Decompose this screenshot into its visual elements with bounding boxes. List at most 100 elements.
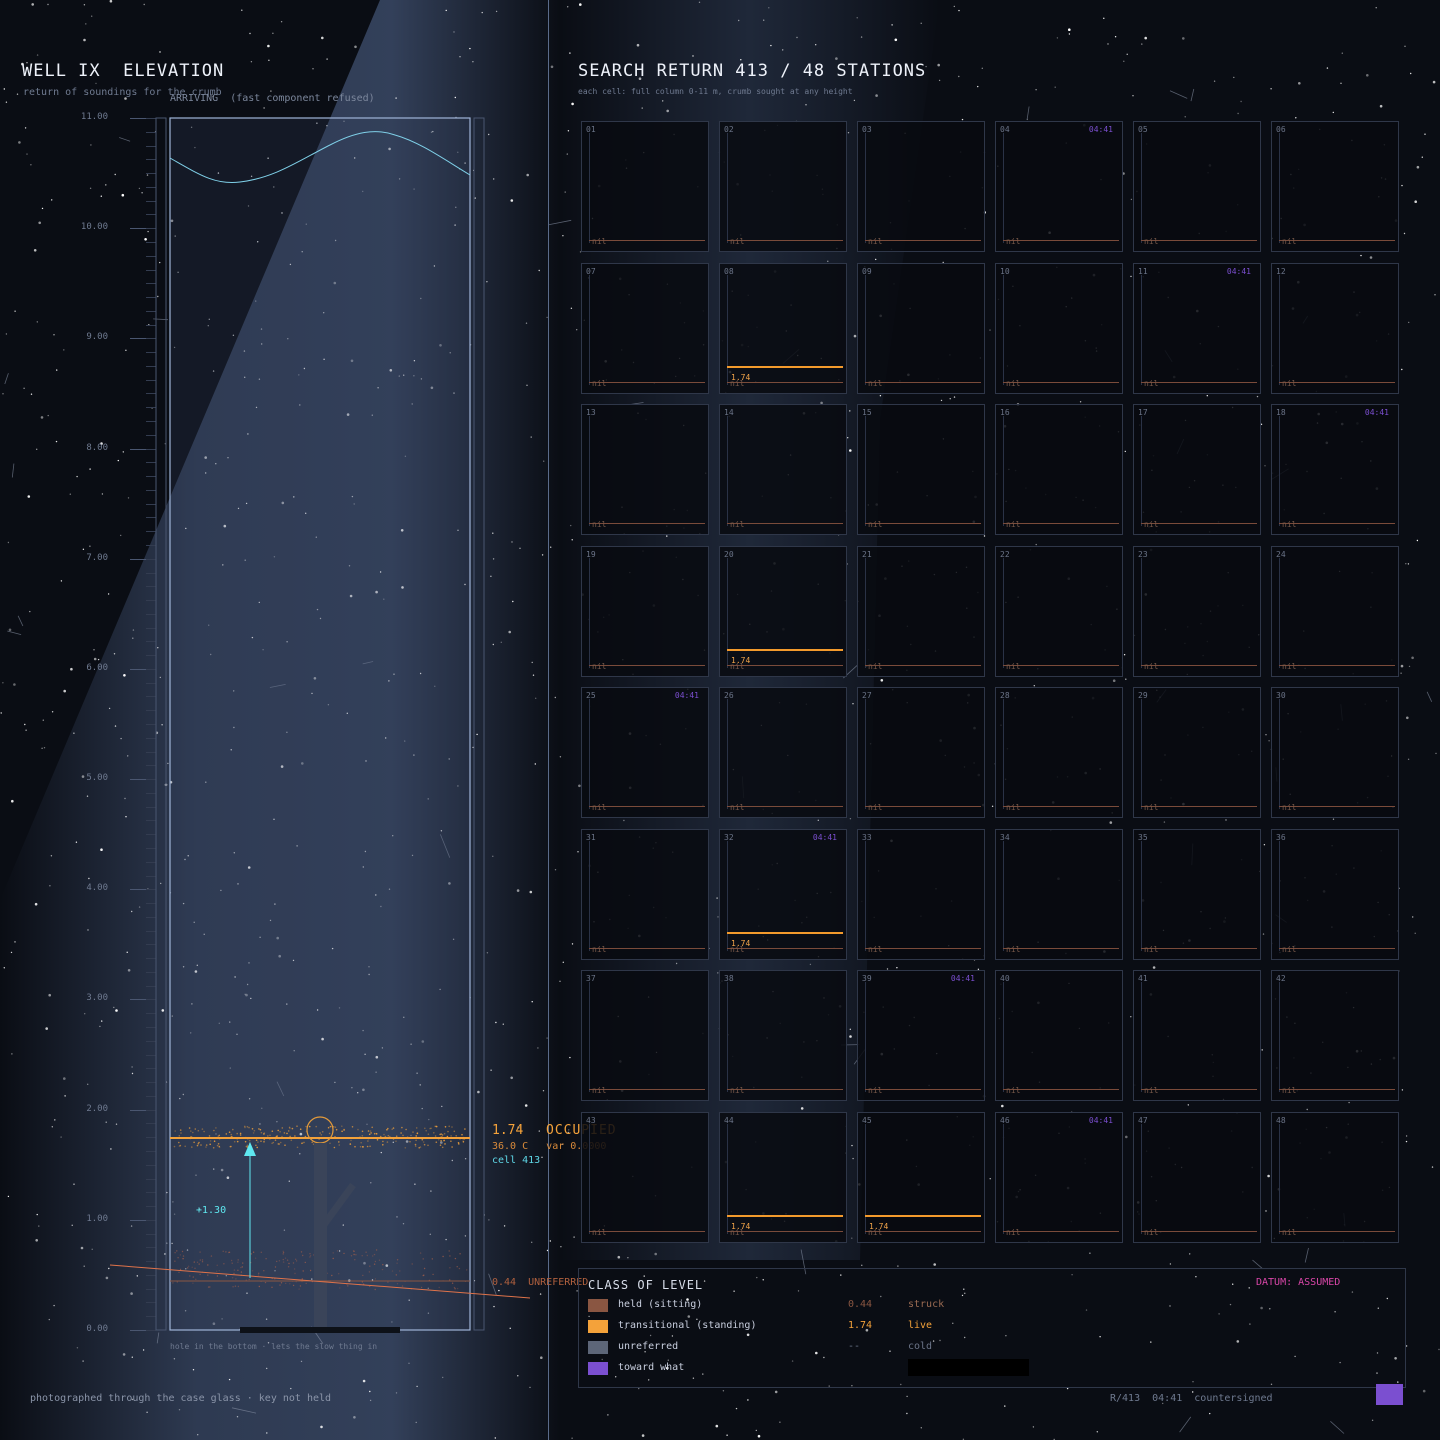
station-cell[interactable]: 30 nil [1271, 687, 1399, 818]
nil-label: nil [592, 945, 607, 954]
station-cell[interactable]: 06 nil [1271, 121, 1399, 252]
cell-column-line [1279, 275, 1280, 385]
station-number: 30 [1276, 691, 1286, 700]
station-time: 04:41 [812, 833, 837, 842]
station-cell[interactable]: 08 nil 1.74 [719, 263, 847, 394]
station-cell[interactable]: 37 nil [581, 970, 709, 1101]
station-cell[interactable]: 15 nil [857, 404, 985, 535]
legend-panel: CLASS OF LEVEL DATUM: ASSUMED held (sitt… [578, 1268, 1406, 1388]
cell-column-line [1141, 275, 1142, 385]
station-cell[interactable]: 07 nil [581, 263, 709, 394]
station-cell[interactable]: 29 nil [1133, 687, 1261, 818]
cell-column-line [1003, 841, 1004, 951]
station-number: 01 [586, 125, 596, 134]
station-cell[interactable]: 17 nil [1133, 404, 1261, 535]
station-time: 04:41 [1088, 1116, 1113, 1125]
station-cell[interactable]: 23 nil [1133, 546, 1261, 677]
station-cell[interactable]: 09 nil [857, 263, 985, 394]
nil-label: nil [1144, 662, 1159, 671]
station-cell[interactable]: 31 nil [581, 829, 709, 960]
delta-label: +1.30 [196, 1205, 227, 1216]
cell-level-value: 1.74 [731, 656, 751, 665]
station-cell[interactable]: 03 nil [857, 121, 985, 252]
station-cell[interactable]: 21 nil [857, 546, 985, 677]
cell-column-line [1141, 1124, 1142, 1234]
countersign-stamp[interactable] [1376, 1384, 1403, 1405]
station-cell[interactable]: 48 nil [1271, 1112, 1399, 1243]
nil-label: nil [1006, 662, 1021, 671]
nil-label: nil [592, 662, 607, 671]
cell-column-line [1279, 416, 1280, 526]
nil-label: nil [592, 237, 607, 246]
station-cell[interactable]: 22 nil [995, 546, 1123, 677]
station-cell[interactable]: 19 nil [581, 546, 709, 677]
station-number: 36 [1276, 833, 1286, 842]
station-number: 32 [724, 833, 734, 842]
station-cell[interactable]: 14 nil [719, 404, 847, 535]
station-cell[interactable]: 12 nil [1271, 263, 1399, 394]
station-number: 13 [586, 408, 596, 417]
station-cell[interactable]: 24 nil [1271, 546, 1399, 677]
legend-value: -- [848, 1341, 861, 1352]
cell-column-line [727, 841, 728, 951]
station-cell[interactable]: 33 nil [857, 829, 985, 960]
station-cell[interactable]: 42 nil [1271, 970, 1399, 1101]
station-cell[interactable]: 34 nil [995, 829, 1123, 960]
station-number: 35 [1138, 833, 1148, 842]
station-number: 42 [1276, 974, 1286, 983]
station-cell[interactable]: 39 04:41 nil [857, 970, 985, 1101]
station-cell[interactable]: 27 nil [857, 687, 985, 818]
station-number: 31 [586, 833, 596, 842]
station-number: 27 [862, 691, 872, 700]
legend-state: cold [908, 1341, 933, 1352]
cell-level-line [727, 1215, 843, 1217]
station-cell[interactable]: 01 nil [581, 121, 709, 252]
station-number: 10 [1000, 267, 1010, 276]
cell-column-line [865, 699, 866, 809]
station-cell[interactable]: 35 nil [1133, 829, 1261, 960]
station-cell[interactable]: 41 nil [1133, 970, 1261, 1101]
station-cell[interactable]: 47 nil [1133, 1112, 1261, 1243]
station-cell[interactable]: 44 nil 1.74 [719, 1112, 847, 1243]
station-cell[interactable]: 26 nil [719, 687, 847, 818]
station-cell[interactable]: 05 nil [1133, 121, 1261, 252]
station-cell[interactable]: 40 nil [995, 970, 1123, 1101]
station-cell[interactable]: 46 04:41 nil [995, 1112, 1123, 1243]
station-number: 46 [1000, 1116, 1010, 1125]
station-number: 40 [1000, 974, 1010, 983]
station-cell[interactable]: 02 nil [719, 121, 847, 252]
nil-label: nil [1006, 945, 1021, 954]
station-cell[interactable]: 32 04:41 nil 1.74 [719, 829, 847, 960]
station-cell[interactable]: 38 nil [719, 970, 847, 1101]
station-cell[interactable]: 20 nil 1.74 [719, 546, 847, 677]
station-cell[interactable]: 43 nil [581, 1112, 709, 1243]
datum-label: DATUM: ASSUMED [1256, 1277, 1341, 1288]
cell-column-line [1003, 275, 1004, 385]
station-cell[interactable]: 36 nil [1271, 829, 1399, 960]
station-cell[interactable]: 18 04:41 nil [1271, 404, 1399, 535]
cell-column-line [1141, 699, 1142, 809]
station-number: 12 [1276, 267, 1286, 276]
station-number: 41 [1138, 974, 1148, 983]
legend-label: unreferred [618, 1341, 679, 1352]
legend-label: transitional (standing) [618, 1320, 757, 1331]
station-time: 04:41 [1088, 125, 1113, 134]
legend-state: live [908, 1320, 933, 1331]
station-cell[interactable]: 16 nil [995, 404, 1123, 535]
station-cell[interactable]: 11 04:41 nil [1133, 263, 1261, 394]
cell-column-line [727, 699, 728, 809]
nil-label: nil [1282, 379, 1297, 388]
nil-label: nil [1144, 1228, 1159, 1237]
cell-column-line [589, 699, 590, 809]
station-cell[interactable]: 25 04:41 nil [581, 687, 709, 818]
station-cell[interactable]: 45 nil 1.74 [857, 1112, 985, 1243]
legend-title: CLASS OF LEVEL [588, 1278, 704, 1292]
station-cell[interactable]: 13 nil [581, 404, 709, 535]
occupied-value: 1.74 [492, 1123, 524, 1138]
cell-column-line [865, 982, 866, 1092]
station-cell[interactable]: 04 04:41 nil [995, 121, 1123, 252]
nil-label: nil [868, 379, 883, 388]
station-number: 14 [724, 408, 734, 417]
station-cell[interactable]: 10 nil [995, 263, 1123, 394]
station-cell[interactable]: 28 nil [995, 687, 1123, 818]
